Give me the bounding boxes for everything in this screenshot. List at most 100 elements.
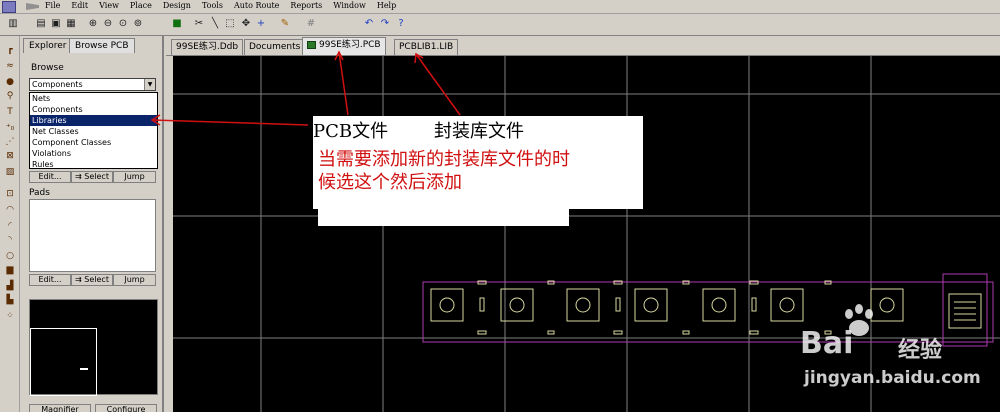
grid-icon[interactable]: # (304, 17, 318, 31)
browse-dropdown-list: Nets Components Libraries Net Classes Co… (29, 92, 158, 169)
menu-items: File Edit View Place Design Tools Auto R… (44, 1, 397, 10)
place-track-icon[interactable]: ┏ (3, 44, 17, 57)
place-line-icon[interactable]: ≈ (3, 60, 17, 73)
chevron-down-icon[interactable]: ▼ (144, 79, 155, 90)
dropdown-item-libraries[interactable]: Libraries (30, 115, 157, 126)
pad-jump-button[interactable]: Jump (113, 274, 156, 286)
menu-place[interactable]: Place (129, 1, 153, 10)
zoom-area-icon[interactable]: ⊚ (131, 17, 145, 31)
dropdown-item-nets[interactable]: Nets (30, 93, 157, 104)
pad (566, 288, 600, 322)
configure-button[interactable]: Configure (95, 404, 157, 412)
dropdown-item-components[interactable]: Components (30, 104, 157, 115)
menu-edit[interactable]: Edit (70, 1, 89, 10)
place-coordinate-icon[interactable]: ⁺₀ (3, 122, 17, 135)
jump-button[interactable]: Jump (113, 171, 156, 183)
menu-window[interactable]: Window (332, 1, 367, 10)
tab-browse-pcb[interactable]: Browse PCB (69, 38, 135, 53)
cut-icon[interactable]: ✂ (192, 17, 206, 31)
pencil-icon[interactable]: ✎ (278, 17, 292, 31)
select-icon: ⇉ (75, 172, 85, 181)
dropdown-item-rules[interactable]: Rules (30, 159, 157, 170)
annotation-box-extension (318, 206, 569, 226)
arc-center-icon[interactable]: ◠ (3, 204, 17, 217)
zoom-in-icon[interactable]: ⊕ (86, 17, 100, 31)
board-minimap[interactable] (29, 299, 158, 396)
cross-icon[interactable]: + (254, 17, 268, 31)
tab-pcb[interactable]: 99SE练习.PCB (302, 37, 386, 55)
print-icon[interactable]: ▦ (64, 17, 78, 31)
edit-button[interactable]: Edit... (29, 171, 71, 183)
place-via-icon[interactable]: ⚲ (3, 90, 17, 103)
menu-help[interactable]: Help (376, 1, 397, 10)
browse-panel: Explorer Browse PCB Browse Components ▼ … (21, 36, 164, 412)
help-icon[interactable]: ? (394, 17, 408, 31)
panel-toggle-icon[interactable]: ▥ (6, 17, 20, 31)
menu-file[interactable]: File (44, 1, 61, 10)
pcb-file-icon (307, 40, 316, 49)
minimap-viewport[interactable] (30, 328, 97, 396)
menu-design[interactable]: Design (162, 1, 192, 10)
placement-toolbar: ┏ ≈ ● ⚲ T ⁺₀ ⋰ ⊠ ▨ ⊡ ◠ ◜ ◝ ○ ▆ ▟ ▙ ⁘ (0, 36, 20, 412)
pad (634, 288, 668, 322)
undo-icon[interactable]: ↶ (362, 17, 376, 31)
toolbar: ▥ ▤ ▣ ▦ ⊕ ⊖ ⊙ ⊚ ■ ✂ ╲ ⬚ ✥ + ✎ # ↶ ↷ ? (0, 14, 1000, 36)
open-icon[interactable]: ▤ (34, 17, 48, 31)
browse-combo[interactable]: Components ▼ (29, 78, 156, 91)
arc-any-icon[interactable]: ◝ (3, 234, 17, 247)
via (479, 297, 485, 312)
place-fill-icon[interactable]: ⊠ (3, 150, 17, 163)
pads-list[interactable] (29, 199, 156, 272)
via (751, 297, 757, 312)
dropdown-item-component-classes[interactable]: Component Classes (30, 137, 157, 148)
browse-label: Browse (31, 63, 64, 73)
select-icon[interactable]: ⬚ (223, 17, 237, 31)
pad (500, 288, 534, 322)
menu-auto-route[interactable]: Auto Route (233, 1, 280, 10)
annotation-pcb-label: PCB文件 (313, 121, 389, 142)
menu-reports[interactable]: Reports (289, 1, 323, 10)
pad-hole (439, 297, 455, 313)
array-paste-icon[interactable]: ⁘ (3, 310, 17, 323)
zoom-fit-icon[interactable]: ⊙ (116, 17, 130, 31)
watermark-brand: Bai (800, 326, 854, 361)
system-menu-icon[interactable] (26, 3, 39, 10)
circle-icon[interactable]: ○ (3, 250, 17, 263)
pad (702, 288, 736, 322)
place-polygon-icon[interactable]: ▨ (3, 166, 17, 179)
tab-pcblib[interactable]: PCBLIB1.LIB (394, 39, 459, 55)
save-icon[interactable]: ▣ (49, 17, 63, 31)
split-plane-icon[interactable]: ▙ (3, 294, 17, 307)
zoom-out-icon[interactable]: ⊖ (101, 17, 115, 31)
browse-icon[interactable]: ■ (170, 17, 184, 31)
watermark-url: jingyan.baidu.com (804, 368, 981, 388)
document-tabs: 99SE练习.Ddb Documents 99SE练习.PCB PCBLIB1.… (166, 36, 1000, 56)
polygon-plane-icon[interactable]: ▟ (3, 280, 17, 293)
tab-explorer[interactable]: Explorer (23, 38, 73, 53)
magnifier-button[interactable]: Magnifier (29, 404, 91, 412)
wire-icon[interactable]: ╲ (208, 17, 222, 31)
tab-ddb[interactable]: 99SE练习.Ddb (171, 39, 244, 55)
pad-hole (643, 297, 659, 313)
watermark: Bai 经验 jingyan.baidu.com (800, 304, 990, 404)
place-pad-icon[interactable]: ● (3, 76, 17, 89)
select-button[interactable]: ⇉ Select (71, 171, 113, 183)
pad-select-button[interactable]: ⇉ Select (71, 274, 113, 286)
minimap-board (80, 368, 88, 370)
menu-view[interactable]: View (98, 1, 120, 10)
place-dimension-icon[interactable]: ⋰ (3, 136, 17, 149)
menu-tools[interactable]: Tools (201, 1, 224, 10)
tab-documents[interactable]: Documents (244, 39, 306, 55)
app-icon[interactable] (2, 1, 16, 13)
place-text-icon[interactable]: T (3, 106, 17, 119)
dropdown-item-net-classes[interactable]: Net Classes (30, 126, 157, 137)
redo-icon[interactable]: ↷ (378, 17, 392, 31)
pad-edit-button[interactable]: Edit... (29, 274, 71, 286)
fill-icon[interactable]: ▆ (3, 264, 17, 277)
place-component-icon[interactable]: ⊡ (3, 188, 17, 201)
move-icon[interactable]: ✥ (239, 17, 253, 31)
combo-value: Components (32, 80, 83, 89)
pad-hole (575, 297, 591, 313)
arc-edge-icon[interactable]: ◜ (3, 220, 17, 233)
dropdown-item-violations[interactable]: Violations (30, 148, 157, 159)
